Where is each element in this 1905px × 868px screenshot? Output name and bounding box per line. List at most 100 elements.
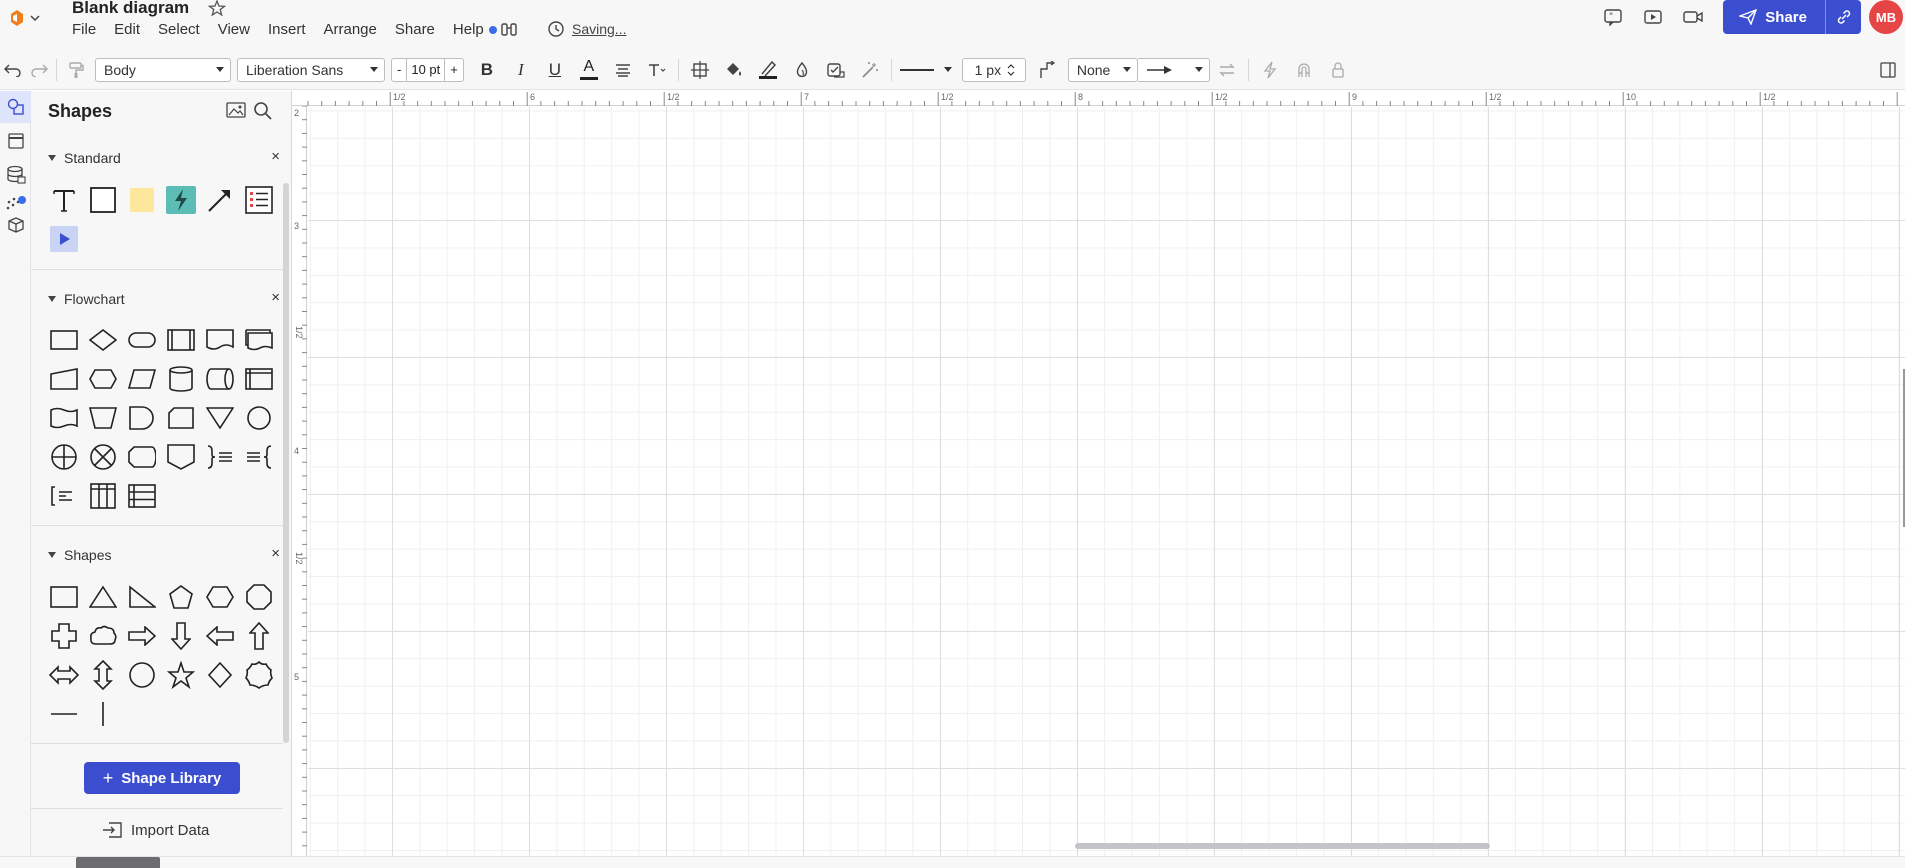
templates-rail-icon[interactable] — [0, 125, 31, 157]
font-size-increase[interactable]: + — [445, 62, 463, 77]
process-shape[interactable] — [48, 324, 80, 356]
menu-edit[interactable]: Edit — [105, 20, 149, 40]
decision-shape[interactable] — [87, 324, 119, 356]
punched-tape-shape[interactable] — [48, 402, 80, 434]
multiple-documents-shape[interactable] — [243, 324, 275, 356]
line-end-select[interactable] — [1137, 57, 1210, 82]
off-page-link-shape[interactable] — [165, 441, 197, 473]
triangle-shape[interactable] — [87, 581, 119, 613]
line-start-select[interactable]: None — [1067, 57, 1138, 82]
document-shape[interactable] — [204, 324, 236, 356]
user-avatar[interactable]: MB — [1869, 0, 1903, 34]
display-shape[interactable] — [126, 441, 158, 473]
share-button[interactable]: Share — [1723, 0, 1825, 34]
fill-color-icon[interactable] — [717, 55, 751, 85]
search-icon[interactable] — [253, 101, 273, 121]
off-page-card-shape[interactable] — [165, 402, 197, 434]
cloud-shape[interactable] — [87, 620, 119, 652]
database-shape[interactable] — [165, 363, 197, 395]
or-shape[interactable] — [48, 441, 80, 473]
shapes-rail-icon[interactable] — [0, 91, 31, 123]
opacity-icon[interactable] — [785, 55, 819, 85]
basic-rectangle-shape[interactable] — [48, 581, 80, 613]
redo-icon[interactable] — [26, 55, 52, 85]
arrow-up-shape[interactable] — [243, 620, 275, 652]
copy-link-button[interactable] — [1825, 0, 1861, 34]
box-rail-icon[interactable] — [0, 209, 31, 241]
horizontal-line-shape[interactable] — [48, 698, 80, 730]
shape-options-icon[interactable] — [683, 55, 717, 85]
text-color-button[interactable]: A — [572, 55, 606, 85]
manual-operation-shape[interactable] — [87, 402, 119, 434]
text-shape[interactable] — [48, 184, 80, 216]
list-shape[interactable] — [243, 184, 275, 216]
manual-input-shape[interactable] — [48, 363, 80, 395]
internal-storage-shape[interactable] — [243, 363, 275, 395]
vertical-line-shape[interactable] — [87, 698, 119, 730]
menu-view[interactable]: View — [209, 20, 259, 40]
connector-style-icon[interactable] — [1030, 55, 1064, 85]
swimlane-vertical-shape[interactable] — [87, 480, 119, 512]
underline-button[interactable]: U — [538, 55, 572, 85]
menu-file[interactable]: File — [72, 20, 105, 40]
diamond-shape[interactable] — [204, 659, 236, 691]
close-section-icon[interactable]: × — [271, 289, 280, 306]
text-style-select[interactable]: Body — [95, 57, 231, 82]
close-section-icon[interactable]: × — [271, 545, 280, 562]
save-status[interactable]: Saving... — [547, 20, 626, 38]
menu-share[interactable]: Share — [386, 20, 444, 40]
line-style-select[interactable] — [896, 58, 956, 82]
menu-help[interactable]: Help — [444, 20, 506, 40]
present-icon[interactable] — [1633, 0, 1673, 34]
close-section-icon[interactable]: × — [271, 148, 280, 165]
swap-direction-icon[interactable] — [1210, 55, 1244, 85]
line-color-icon[interactable] — [751, 55, 785, 85]
data-parallelogram-shape[interactable] — [126, 363, 158, 395]
line-width-select[interactable]: 1 px — [961, 57, 1026, 82]
menu-insert[interactable]: Insert — [259, 20, 315, 40]
horizontal-scrollbar[interactable] — [1075, 843, 1490, 849]
cross-shape[interactable] — [48, 620, 80, 652]
hexagon-shape[interactable] — [204, 581, 236, 613]
comments-icon[interactable]: " — [1593, 0, 1633, 34]
data-rail-icon[interactable] — [0, 159, 31, 191]
double-arrow-horizontal-shape[interactable] — [48, 659, 80, 691]
annotation-brace-right-shape[interactable] — [243, 441, 275, 473]
text-options-icon[interactable] — [640, 55, 674, 85]
sticky-note-shape[interactable] — [126, 184, 158, 216]
arrow-left-shape[interactable] — [204, 620, 236, 652]
delay-shape[interactable] — [126, 402, 158, 434]
double-arrow-vertical-shape[interactable] — [87, 659, 119, 691]
lightning-icon[interactable] — [1253, 55, 1287, 85]
video-call-icon[interactable] — [1673, 0, 1713, 34]
section-flowchart-header[interactable]: Flowchart × — [48, 289, 288, 309]
arrow-right-shape[interactable] — [126, 620, 158, 652]
right-triangle-shape[interactable] — [126, 581, 158, 613]
format-painter-icon[interactable] — [61, 55, 91, 85]
connector-circle-shape[interactable] — [243, 402, 275, 434]
arrow-line-shape[interactable] — [204, 184, 236, 216]
pentagon-shape[interactable] — [165, 581, 197, 613]
swimlane-horizontal-shape[interactable] — [126, 480, 158, 512]
terminator-shape[interactable] — [126, 324, 158, 356]
font-family-select[interactable]: Liberation Sans — [237, 57, 385, 82]
lock-icon[interactable] — [1321, 55, 1355, 85]
right-panel-toggle-icon[interactable] — [1871, 55, 1905, 85]
undo-icon[interactable] — [0, 55, 26, 85]
magnet-icon[interactable] — [1287, 55, 1321, 85]
font-size-stepper[interactable]: - 10 pt + — [391, 57, 464, 82]
annotation-brace-left-shape[interactable] — [204, 441, 236, 473]
octagon-shape[interactable] — [243, 581, 275, 613]
circle-shape[interactable] — [126, 659, 158, 691]
binoculars-icon[interactable] — [500, 20, 518, 38]
font-size-decrease[interactable]: - — [392, 62, 406, 77]
align-icon[interactable] — [606, 55, 640, 85]
annotation-bracket-shape[interactable] — [48, 480, 80, 512]
menu-select[interactable]: Select — [149, 20, 209, 40]
predefined-process-shape[interactable] — [165, 324, 197, 356]
video-player-shape[interactable] — [48, 223, 80, 255]
menu-arrange[interactable]: Arrange — [315, 20, 386, 40]
app-logo[interactable] — [8, 8, 42, 28]
document-title[interactable]: Blank diagram — [72, 0, 189, 18]
font-size-value[interactable]: 10 pt — [406, 58, 446, 81]
